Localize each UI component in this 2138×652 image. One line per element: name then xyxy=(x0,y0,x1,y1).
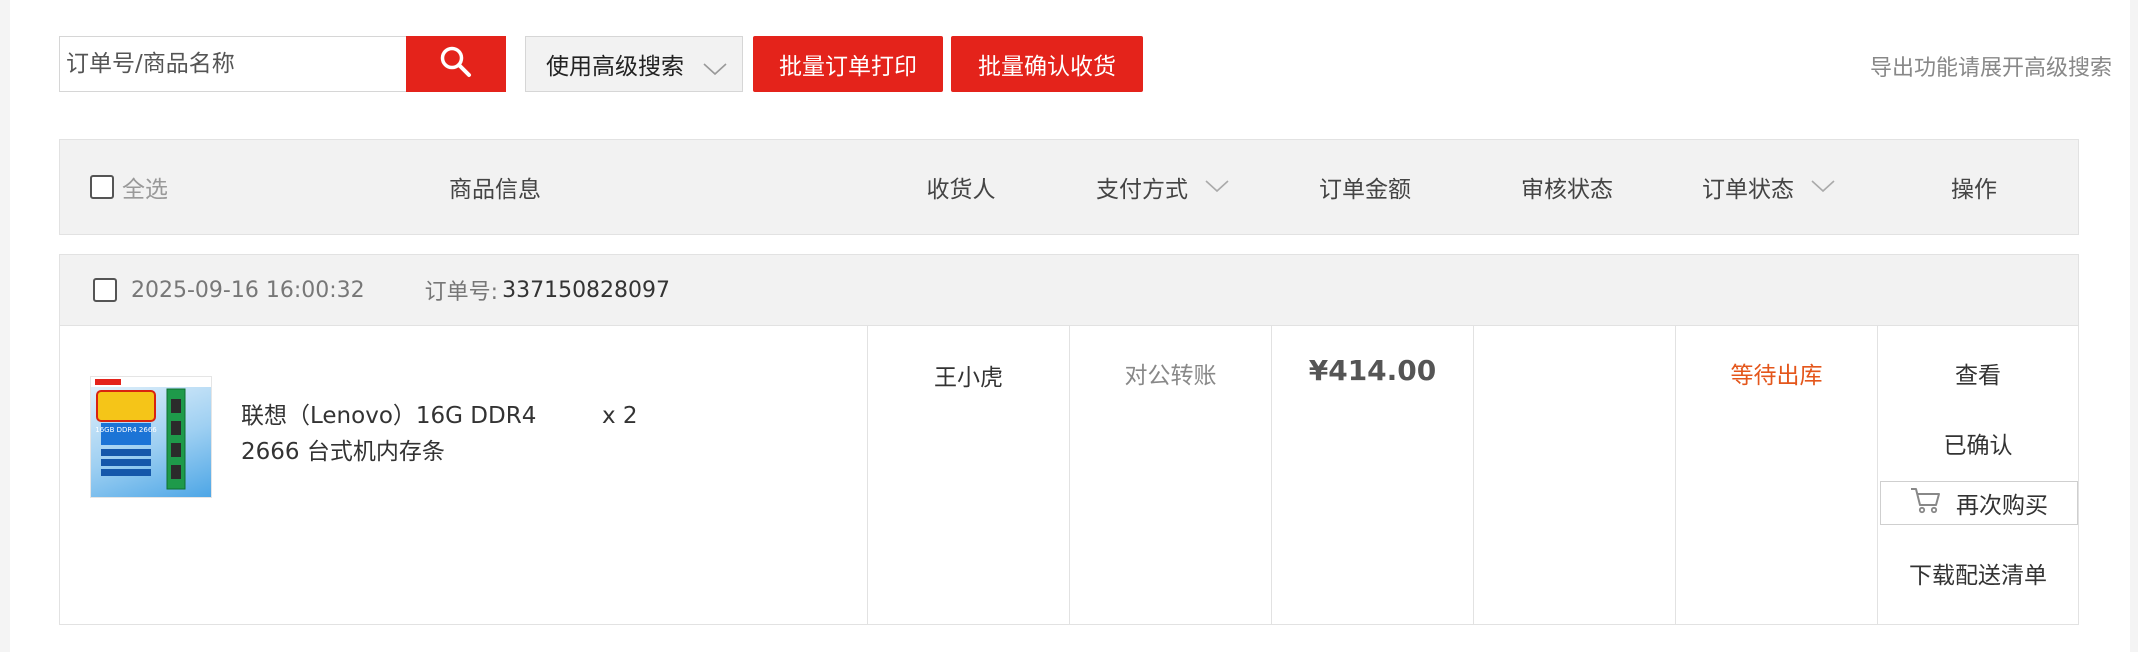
order-amount: ¥414.00 xyxy=(1308,354,1437,387)
advanced-search-button[interactable]: 使用高级搜索 xyxy=(525,36,743,92)
cart-icon xyxy=(1910,486,1956,520)
order-checkbox[interactable] xyxy=(93,278,117,302)
memory-module-icon: 16GB DDR4 2666 xyxy=(91,377,211,490)
product-name[interactable]: 联想（Lenovo）16G DDR4 2666 台式机内存条 xyxy=(241,398,571,470)
select-all-checkbox[interactable] xyxy=(90,175,114,199)
order-number: 337150828097 xyxy=(502,277,671,303)
select-all[interactable]: 全选 xyxy=(90,140,200,234)
search-icon xyxy=(439,45,473,83)
advanced-search-label: 使用高级搜索 xyxy=(546,54,684,80)
table-header: 全选 商品信息 收货人 支付方式 订单金额 审核状态 订单状态 操作 xyxy=(59,139,2079,235)
batch-confirm-button[interactable]: 批量确认收货 xyxy=(951,36,1143,92)
amount-cell: ¥414.00 xyxy=(1272,326,1474,624)
search-button[interactable] xyxy=(406,36,506,92)
search-input[interactable] xyxy=(60,37,406,91)
chevron-down-icon[interactable] xyxy=(1204,174,1230,200)
rebuy-button[interactable]: 再次购买 xyxy=(1880,481,2078,525)
col-order-status-label: 订单状态 xyxy=(1702,177,1794,203)
product-image-badge: 16GB DDR4 2666 xyxy=(95,426,157,434)
select-all-label: 全选 xyxy=(122,177,168,203)
order-datetime: 2025-09-16 16:00:32 xyxy=(131,277,365,303)
rebuy-label: 再次购买 xyxy=(1956,493,2048,519)
col-payment-method[interactable]: 支付方式 xyxy=(1062,140,1264,234)
col-order-status[interactable]: 订单状态 xyxy=(1668,140,1870,234)
view-order-link[interactable]: 查看 xyxy=(1878,356,2078,390)
chevron-down-icon[interactable] xyxy=(1810,174,1836,200)
order-number-label: 订单号: xyxy=(424,280,499,305)
col-product-info: 商品信息 xyxy=(449,177,541,203)
payment-method: 对公转账 xyxy=(1124,363,1217,389)
review-status-cell xyxy=(1474,326,1676,624)
payment-cell: 对公转账 xyxy=(1070,326,1272,624)
confirmed-label: 已确认 xyxy=(1943,433,2013,459)
col-payment-label: 支付方式 xyxy=(1096,177,1188,203)
col-review-status: 审核状态 xyxy=(1521,177,1613,203)
order-status-cell: 等待出库 xyxy=(1676,326,1878,624)
search-box xyxy=(59,36,506,92)
orders-panel: 使用高级搜索 批量订单打印 批量确认收货 导出功能请展开高级搜索 全选 商品信息… xyxy=(10,0,2130,652)
recipient-cell: 王小虎 xyxy=(868,326,1070,624)
col-order-amount: 订单金额 xyxy=(1319,177,1411,203)
order-header: 2025-09-16 16:00:32 订单号: 337150828097 xyxy=(60,255,2078,326)
recipient-name: 王小虎 xyxy=(934,365,1003,391)
order-card: 2025-09-16 16:00:32 订单号: 337150828097 16… xyxy=(59,254,2079,625)
download-delivery-list-link[interactable]: 下载配送清单 xyxy=(1878,556,2078,590)
col-recipient: 收货人 xyxy=(926,177,996,203)
batch-print-button[interactable]: 批量订单打印 xyxy=(753,36,943,92)
chevron-down-icon xyxy=(702,57,728,83)
col-actions: 操作 xyxy=(1951,177,1997,203)
product-image[interactable]: 16GB DDR4 2666 xyxy=(90,376,212,498)
export-hint: 导出功能请展开高级搜索 xyxy=(1869,56,2112,81)
product-quantity: x 2 xyxy=(602,403,638,429)
product-cell: 16GB DDR4 2666 联想（Lenovo）16G DDR4 2666 台… xyxy=(60,326,868,624)
actions-cell: 查看 已确认 再次购买 下载配送清单 xyxy=(1878,326,2078,624)
order-status: 等待出库 xyxy=(1730,363,1823,389)
